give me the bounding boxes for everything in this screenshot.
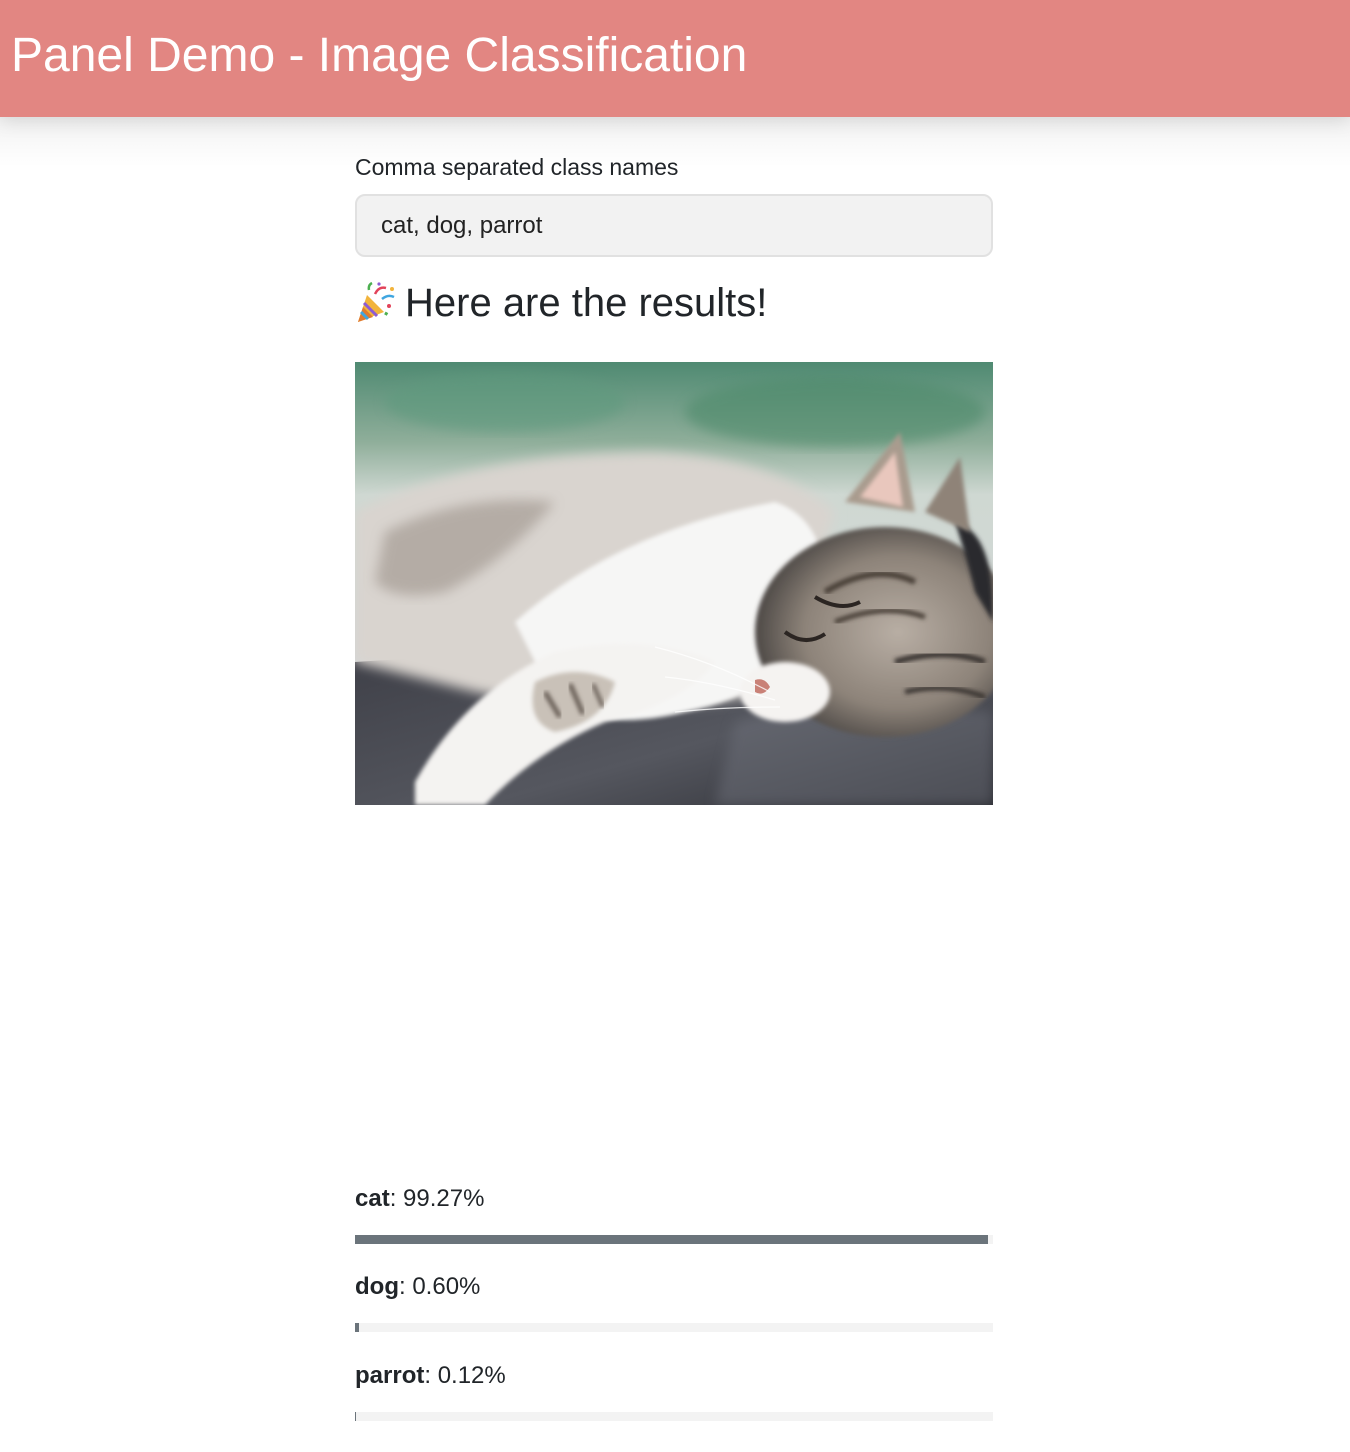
progress-bar — [355, 1323, 993, 1332]
results-heading-text: Here are the results! — [405, 280, 768, 325]
result-score: 0.60% — [412, 1273, 481, 1300]
header-shadow — [0, 117, 1350, 167]
party-popper-icon — [358, 282, 395, 322]
results-heading: Here are the results! — [355, 277, 767, 329]
result-row-cat: cat: 99.27% — [355, 1185, 993, 1244]
result-row-dog: dog: 0.60% — [355, 1273, 993, 1332]
class-names-input[interactable] — [355, 194, 993, 257]
progress-bar-fill — [355, 1235, 989, 1244]
classified-image — [355, 362, 993, 805]
progress-bar-fill — [355, 1323, 359, 1332]
result-class-name: parrot — [355, 1362, 425, 1389]
result-label: cat: 99.27% — [355, 1185, 485, 1212]
app-header: Panel Demo - Image Classification — [0, 0, 1350, 117]
result-score: 99.27% — [403, 1185, 485, 1212]
app-title: Panel Demo - Image Classification — [11, 29, 748, 82]
cat-photo — [355, 362, 993, 805]
result-score: 0.12% — [437, 1362, 506, 1389]
progress-bar-fill — [355, 1412, 356, 1421]
result-row-parrot: parrot: 0.12% — [355, 1362, 993, 1421]
progress-bar — [355, 1412, 993, 1421]
progress-bar — [355, 1235, 993, 1244]
result-class-name: cat — [355, 1185, 390, 1212]
result-label: parrot: 0.12% — [355, 1362, 506, 1389]
result-label: dog: 0.60% — [355, 1273, 481, 1300]
result-class-name: dog — [355, 1273, 399, 1300]
